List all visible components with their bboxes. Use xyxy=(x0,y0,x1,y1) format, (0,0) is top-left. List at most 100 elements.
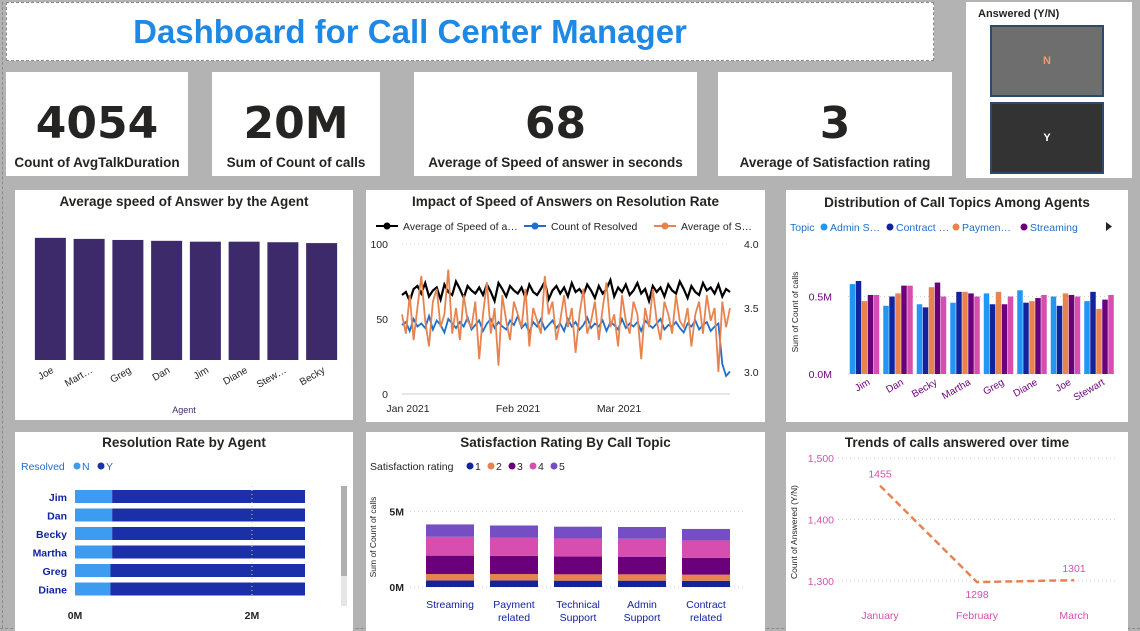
tick-label-x: February xyxy=(956,610,999,622)
kpi-label: Average of Satisfaction rating xyxy=(739,155,931,170)
tick-label-x: related xyxy=(690,612,722,624)
data-label: 1301 xyxy=(1062,563,1086,575)
bar xyxy=(861,301,868,374)
tick-label-left: 0 xyxy=(382,389,388,401)
panel-resolution-by-agent: Resolution Rate by Agent Resolved N Y Jim Da… xyxy=(15,432,353,631)
legend-marker-1 xyxy=(531,222,539,230)
legend-marker-0 xyxy=(466,462,474,470)
bar-segment xyxy=(426,574,474,581)
bar-segment xyxy=(490,574,538,581)
bar xyxy=(873,294,880,374)
tick-label-x: Diane xyxy=(1012,377,1041,400)
bar-segment xyxy=(682,574,730,581)
tick-label-y: Jim xyxy=(49,492,67,504)
tick-label-x: March xyxy=(1059,610,1088,622)
bar xyxy=(1007,296,1014,374)
tick-label-x: Mar 2021 xyxy=(597,403,642,415)
tick-label-right: 3.0 xyxy=(744,367,759,379)
data-label: 1455 xyxy=(868,469,892,481)
tick-label-x: Stewart xyxy=(1072,377,1107,404)
bar xyxy=(1041,294,1047,374)
slicer-option-y[interactable]: Y xyxy=(990,102,1104,174)
tick-label-y: 0.0M xyxy=(809,369,832,381)
legend-next-arrow xyxy=(1106,222,1112,231)
bar xyxy=(940,296,947,374)
bar xyxy=(1035,298,1041,374)
tick-label-x: Joe xyxy=(1054,377,1074,395)
kpi-card-avg-talk: 4054 Count of AvgTalkDuration xyxy=(6,72,188,176)
legend-marker-1 xyxy=(487,462,495,470)
legend-label-3: Streaming xyxy=(1030,222,1078,234)
bar xyxy=(934,282,941,374)
bar xyxy=(75,564,111,577)
legend-marker-0 xyxy=(73,462,81,470)
tick-label-x: Streaming xyxy=(426,599,474,611)
legend-marker-4 xyxy=(550,462,558,470)
bar xyxy=(112,508,306,522)
bar-segment xyxy=(426,536,474,556)
axis-label-x: Agent xyxy=(172,405,196,415)
panel-speed-by-agent: Average speed of Answer by the Agent Joe… xyxy=(15,190,353,420)
bar-segment xyxy=(426,580,474,587)
kpi-label: Sum of Count of calls xyxy=(226,155,366,170)
bar xyxy=(1074,296,1081,374)
kpi-card-satisfaction: 3 Average of Satisfaction rating xyxy=(718,72,952,176)
bar xyxy=(1090,291,1096,374)
chart-trend-answered: 1,300 1,400 1,500 Count of Answered (Y/N) 14… xyxy=(789,453,1116,622)
bar xyxy=(1056,305,1063,374)
bar-6 xyxy=(267,242,299,360)
chart-resolution-by-agent: Resolved N Y Jim Dan Becky Martha Greg Diane 0M 2M xyxy=(21,461,347,622)
tick-label-y: Diane xyxy=(38,585,67,597)
bar xyxy=(1029,301,1035,374)
tick-label-y: 1,400 xyxy=(808,514,834,526)
bar xyxy=(112,490,306,503)
bar-segment xyxy=(682,580,730,587)
bar xyxy=(974,296,980,374)
frame-left-dashed xyxy=(2,2,3,628)
legend-label-1: Y xyxy=(106,461,113,473)
legend-marker-0 xyxy=(820,223,828,231)
legend-label-4: 5 xyxy=(559,461,565,473)
slicer-option-n[interactable]: N xyxy=(990,25,1104,97)
kpi-value: 20M xyxy=(243,98,349,149)
tick-label-x: Feb 2021 xyxy=(496,403,541,415)
series-line xyxy=(879,484,1075,584)
legend-label-0: Average of Speed of a… xyxy=(403,221,518,233)
legend-title: Resolved xyxy=(21,461,65,473)
tick-label: Stew… xyxy=(255,365,288,391)
bar xyxy=(1102,299,1108,374)
kpi-label: Average of Speed of answer in seconds xyxy=(428,155,683,170)
bar xyxy=(968,293,974,374)
page-title: Dashboard for Call Center Manager xyxy=(133,12,687,50)
bar-segment xyxy=(554,526,602,539)
tick-label-x: Support xyxy=(560,612,597,624)
legend-marker-1 xyxy=(97,462,105,470)
legend-label-3: 4 xyxy=(538,461,544,473)
bar-segment xyxy=(554,538,602,557)
bar xyxy=(110,564,305,577)
scrollbar-thumb xyxy=(341,486,347,576)
tick-label-x: Jim xyxy=(853,377,872,394)
tick-label-x: related xyxy=(498,612,530,624)
bar xyxy=(950,302,956,374)
legend-title: Topic xyxy=(790,222,815,234)
axis-label-y: Count of Answered (Y/N) xyxy=(789,485,799,579)
bar-segment xyxy=(554,574,602,581)
legend-label-2: Paymen… xyxy=(962,222,1011,234)
bar-segment xyxy=(682,528,730,541)
bar xyxy=(901,285,907,374)
tick-label-y: 1,300 xyxy=(808,576,834,588)
bar xyxy=(983,293,990,374)
tick-label-right: 3.5 xyxy=(744,303,759,315)
tick-label-x: Greg xyxy=(981,377,1006,398)
tick-label-left: 50 xyxy=(376,314,388,326)
kpi-value: 68 xyxy=(524,98,587,149)
tick-label-x: January xyxy=(861,610,899,622)
tick-label: Diane xyxy=(221,365,250,388)
bar-2 xyxy=(112,239,144,360)
panel-satisfaction-by-topic: Satisfaction Rating By Call Topic Satisf… xyxy=(366,432,765,631)
bar xyxy=(1050,296,1057,374)
tick-label: Jim xyxy=(192,365,211,382)
bar-segment xyxy=(426,524,474,537)
legend-label-0: 1 xyxy=(475,461,481,473)
